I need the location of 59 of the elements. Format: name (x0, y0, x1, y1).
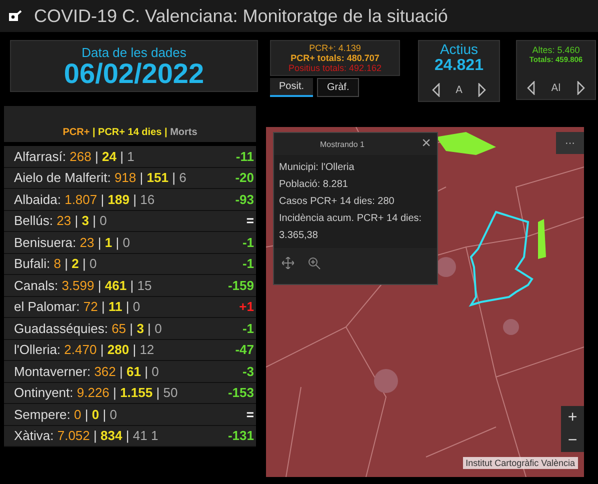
previous-icon[interactable] (432, 83, 440, 97)
popup-title: Mostrando 1 (320, 140, 364, 148)
municipality-stats: Benisuera: 23 | 1 | 0 (14, 234, 130, 250)
municipality-stats: el Palomar: 72 | 11 | 0 (14, 299, 140, 314)
pcr-count: PCR+: 4.139 (309, 43, 361, 53)
municipality-stats: Sempere: 0 | 0 | 0 (14, 406, 117, 422)
pan-icon[interactable] (282, 257, 294, 269)
municipality-stats: Canals: 3.599 | 461 | 15 (14, 278, 152, 293)
change-value: -1 (242, 320, 254, 336)
change-value: -3 (242, 364, 254, 379)
municipality-stats: Guadasséquies: 65 | 3 | 0 (14, 320, 162, 336)
window-title: COVID-19 C. Valenciana: Monitoratge de la situació (34, 6, 448, 26)
change-value: +1 (239, 299, 254, 314)
date-value: 06/02/2022 (64, 60, 204, 88)
change-value: -131 (228, 428, 254, 444)
change-value: -93 (235, 192, 254, 207)
popup-text: Incidència acum. PCR+ 14 dies: 3.365,38 (279, 212, 423, 243)
zoom-in-icon[interactable] (308, 257, 321, 270)
change-value: -1 (242, 256, 254, 272)
municipality-stats: l'Olleria: 2.470 | 280 | 12 (14, 342, 154, 358)
tab[interactable]: Gràf. (317, 78, 360, 97)
pcr-total: PCR+ totals: 480.707 (290, 53, 380, 63)
municipality-stats: Montaverner: 362 | 61 | 0 (14, 364, 159, 379)
municipality-stats: Ontinyent: 9.226 | 1.155 | 50 (14, 385, 178, 400)
discharges-count: Altes: 5.460 (532, 45, 580, 55)
popup-text: Casos PCR+ 14 dies: 280 (279, 195, 396, 209)
municipality-stats: Alfarrasí: 268 | 24 | 1 (14, 148, 134, 164)
change-value: -159 (228, 278, 254, 293)
tab[interactable]: Posit. (270, 78, 314, 97)
active-value: 24.821 (434, 57, 484, 75)
next-icon[interactable] (478, 83, 486, 97)
change-value: -1 (242, 234, 254, 250)
menu-button[interactable]: ··· (556, 132, 584, 154)
change-value: -47 (235, 342, 254, 358)
positives-total: Positius totals: 492.162 (288, 63, 382, 73)
map-attribution: Institut Cartogràfic València (462, 457, 578, 469)
change-value: -11 (236, 148, 254, 164)
change-value: -153 (228, 385, 254, 400)
municipality-stats: Albaida: 1.807 | 189 | 16 (14, 192, 155, 207)
popup-text: Municipi: l'Olleria (279, 161, 356, 175)
municipality-stats: Xàtiva: 7.052 | 834 | 41 1 (14, 428, 158, 444)
date-label: Data de les dades (82, 44, 186, 60)
active-label: Actius (440, 41, 478, 57)
previous-icon[interactable] (527, 81, 536, 95)
change-value: = (246, 213, 254, 228)
close-button[interactable]: × (422, 136, 431, 152)
zoom-in-button[interactable]: + (561, 406, 584, 429)
municipality-stats: Bufali: 8 | 2 | 0 (14, 256, 97, 272)
next-icon[interactable] (576, 81, 585, 95)
app-logo-icon (8, 10, 22, 22)
zoom-out-button[interactable]: − (561, 429, 584, 452)
change-value: -20 (235, 170, 254, 186)
nav-label: A (456, 84, 462, 96)
change-value: = (246, 406, 254, 422)
column-legend: PCR+ | PCR+ 14 dies | Morts (62, 127, 198, 138)
popup-text: Població: 8.281 (279, 178, 349, 192)
municipality-stats: Aielo de Malferit: 918 | 151 | 6 (14, 170, 186, 186)
nav-label: Al (551, 82, 561, 94)
municipality-stats: Bellús: 23 | 3 | 0 (14, 213, 107, 228)
